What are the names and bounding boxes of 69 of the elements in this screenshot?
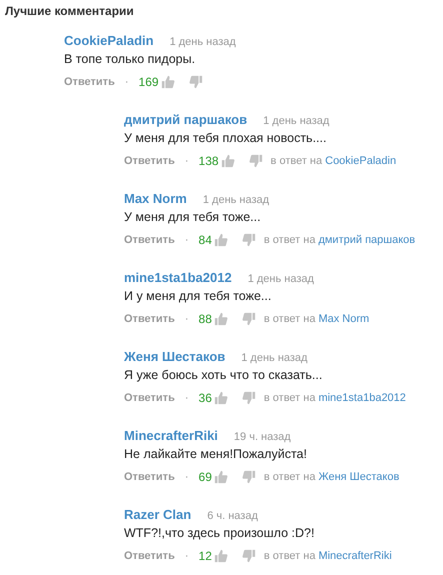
separator-dot: · <box>184 155 189 167</box>
author-link[interactable]: MinecrafterRiki <box>124 428 218 443</box>
thumbs-down-icon[interactable] <box>242 549 256 563</box>
thumbs-down-icon[interactable] <box>242 391 256 405</box>
like-count: 84 <box>198 233 212 247</box>
separator-dot: · <box>184 313 189 325</box>
in-reply-label: в ответ на <box>270 155 322 167</box>
timestamp: 1 день назад <box>241 352 308 364</box>
like-count: 36 <box>198 391 212 405</box>
thumbs-up-icon[interactable] <box>214 233 228 247</box>
comment-text: И у меня для тебя тоже... <box>124 288 272 304</box>
timestamp: 1 день назад <box>263 115 330 127</box>
timestamp: 1 день назад <box>248 273 314 285</box>
in-reply-label: в ответ на <box>264 471 316 483</box>
author-link[interactable]: Женя Шестаков <box>124 349 226 364</box>
author-link[interactable]: Max Norm <box>124 191 187 206</box>
like-count: 169 <box>138 75 159 89</box>
reply-link[interactable]: Ответить <box>64 76 115 88</box>
comment-text: У меня для тебя плохая новость.... <box>124 130 328 146</box>
reply-link[interactable]: Ответить <box>124 155 175 167</box>
thumbs-up-icon[interactable] <box>220 154 235 168</box>
author-link[interactable]: mine1sta1ba2012 <box>124 270 232 285</box>
reply-target-link[interactable]: Max Norm <box>318 313 370 325</box>
author-link[interactable]: дмитрий паршаков <box>124 112 248 127</box>
like-count: 12 <box>198 549 212 563</box>
thumbs-down-icon[interactable] <box>242 233 256 247</box>
author-link[interactable]: Razer Clan <box>124 507 192 522</box>
comment-text: В топе только пидоры. <box>64 51 196 67</box>
in-reply-label: в ответ на <box>264 234 316 246</box>
reply-link[interactable]: Ответить <box>124 392 175 404</box>
thumbs-down-icon[interactable] <box>242 312 256 326</box>
timestamp: 1 день назад <box>170 36 236 48</box>
separator-dot: · <box>184 392 189 404</box>
in-reply-label: в ответ на <box>264 313 316 325</box>
reply-link[interactable]: Ответить <box>124 471 175 483</box>
in-reply-label: в ответ на <box>264 392 316 404</box>
author-link[interactable]: CookiePaladin <box>64 33 154 48</box>
reply-target-link[interactable]: MinecrafterRiki <box>318 550 392 562</box>
reply-target-link[interactable]: дмитрий паршаков <box>318 234 416 246</box>
separator-dot: · <box>184 234 189 246</box>
thumbs-down-icon[interactable] <box>188 75 203 89</box>
reply-link[interactable]: Ответить <box>124 234 175 246</box>
separator-dot: · <box>184 471 189 483</box>
like-count: 138 <box>198 154 219 168</box>
like-count: 88 <box>198 312 212 326</box>
comment-text: Я уже боюсь хоть что то сказать... <box>124 367 324 383</box>
reply-target-link[interactable]: CookiePaladin <box>325 155 396 167</box>
thumbs-up-icon[interactable] <box>214 312 228 326</box>
thumbs-down-icon[interactable] <box>248 154 263 168</box>
thumbs-up-icon[interactable] <box>160 75 175 89</box>
thumbs-up-icon[interactable] <box>214 470 228 484</box>
in-reply-label: в ответ на <box>264 550 316 562</box>
section-heading: Лучшие комментарии <box>5 3 135 19</box>
reply-target-link[interactable]: Женя Шестаков <box>318 471 400 483</box>
like-count: 69 <box>198 470 212 484</box>
timestamp: 1 день назад <box>202 194 270 206</box>
reply-target-link[interactable]: mine1sta1ba2012 <box>318 392 406 404</box>
timestamp: 19 ч. назад <box>234 431 291 443</box>
reply-link[interactable]: Ответить <box>124 550 175 562</box>
comment-text: WTF?!,что здесь произошло :D?! <box>124 525 316 541</box>
thumbs-up-icon[interactable] <box>214 549 228 563</box>
timestamp: 6 ч. назад <box>207 510 258 522</box>
separator-dot: · <box>124 76 129 88</box>
comment-text: У меня для тебя тоже... <box>124 209 262 225</box>
thumbs-down-icon[interactable] <box>242 470 256 484</box>
separator-dot: · <box>184 550 189 562</box>
reply-link[interactable]: Ответить <box>124 313 175 325</box>
comment-text: Не лайкайте меня!Пожалуйста! <box>124 446 308 462</box>
thumbs-up-icon[interactable] <box>214 391 228 405</box>
